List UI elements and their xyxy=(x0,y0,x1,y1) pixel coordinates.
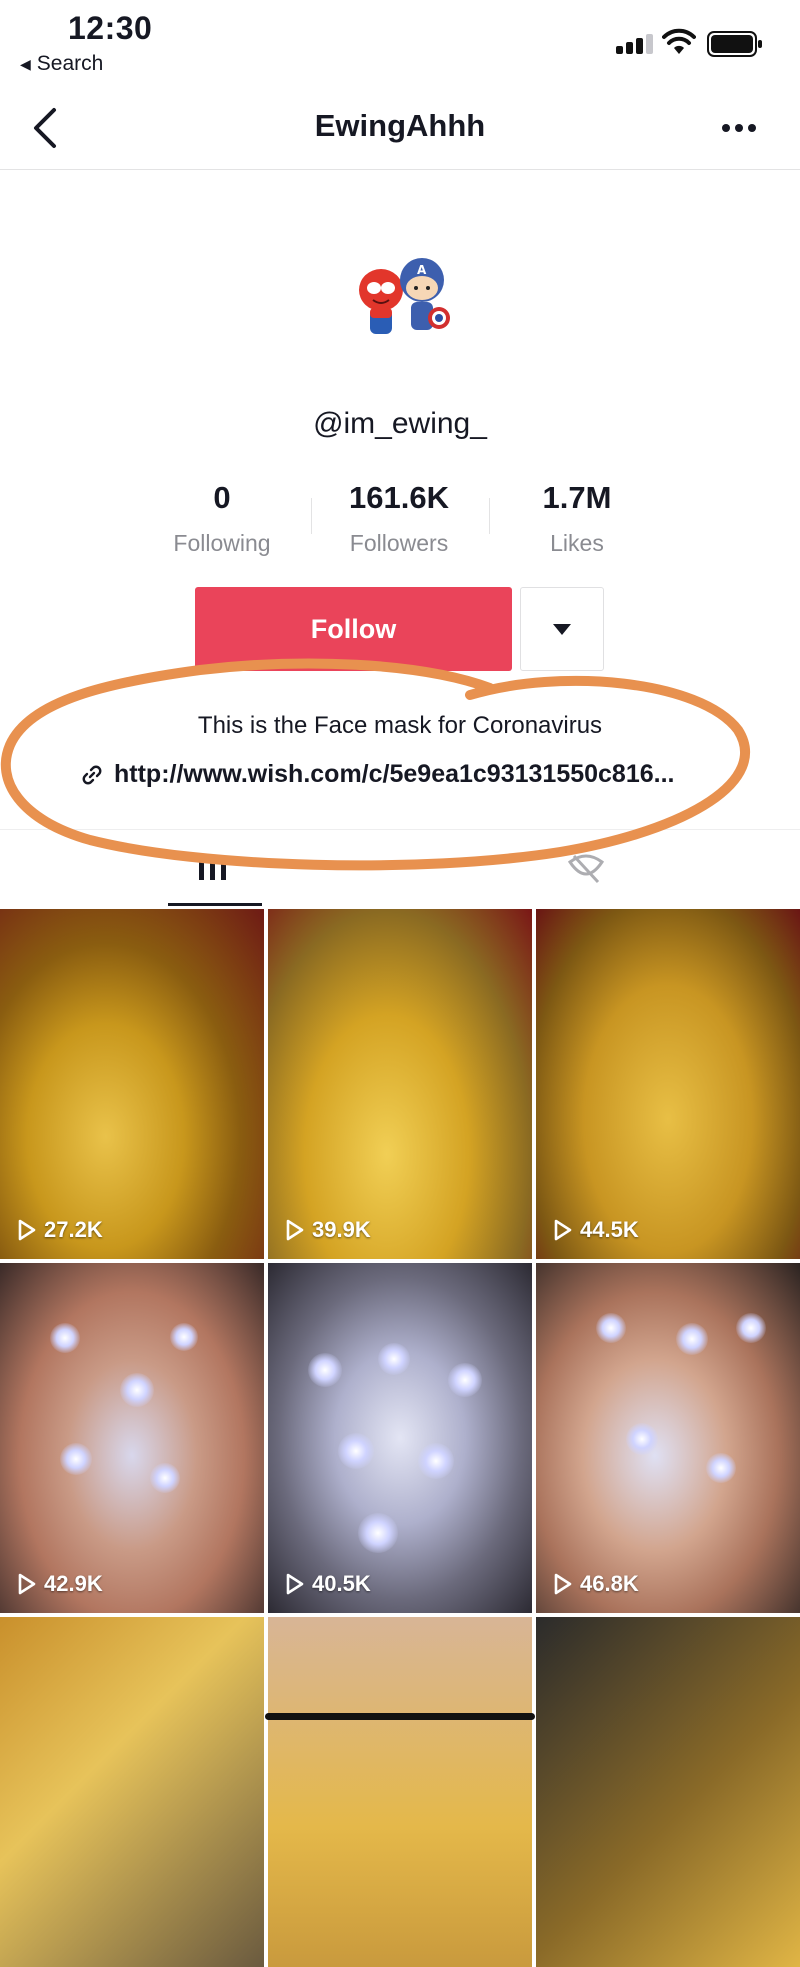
video-views: 46.8K xyxy=(554,1571,639,1597)
video-thumbnail[interactable] xyxy=(268,1617,532,1967)
bio-link[interactable]: http://www.wish.com/c/5e9ea1c93131550c81… xyxy=(80,760,675,789)
video-thumbnail[interactable]: 42.9K xyxy=(0,1263,264,1613)
liked-videos-tab-icon[interactable] xyxy=(566,852,606,886)
profile-bio: This is the Face mask for Coronavirus xyxy=(197,712,603,739)
followers-label: Followers xyxy=(349,530,449,556)
follow-button[interactable]: Follow xyxy=(195,587,512,671)
likes-count: 1.7M xyxy=(542,480,612,515)
play-icon xyxy=(286,1573,304,1595)
header-divider xyxy=(0,169,800,170)
back-to-app-link[interactable]: ◀ Search xyxy=(20,52,103,76)
active-tab-indicator xyxy=(168,903,262,906)
battery-icon xyxy=(707,31,762,57)
video-thumbnail[interactable]: 46.8K xyxy=(536,1263,800,1613)
video-grid: 27.2K 39.9K 44.5K 42.9K 40.5K 46.8K xyxy=(0,909,800,1967)
play-icon xyxy=(554,1573,572,1595)
followers-count: 161.6K xyxy=(349,480,449,515)
video-views-count: 44.5K xyxy=(580,1217,639,1242)
wifi-icon xyxy=(662,28,696,54)
back-triangle-icon: ◀ xyxy=(20,55,31,72)
video-views: 39.9K xyxy=(286,1217,371,1243)
video-thumbnail[interactable] xyxy=(536,1617,800,1967)
video-thumbnail[interactable]: 44.5K xyxy=(536,909,800,1259)
page-title: EwingAhhh xyxy=(314,108,486,143)
video-thumbnail[interactable] xyxy=(0,1617,264,1967)
stat-following[interactable]: 0 Following xyxy=(132,480,312,557)
video-thumbnail[interactable]: 40.5K xyxy=(268,1263,532,1613)
video-views-count: 40.5K xyxy=(312,1571,371,1596)
more-options-icon[interactable] xyxy=(722,110,766,146)
video-views: 42.9K xyxy=(18,1571,103,1597)
video-views-count: 27.2K xyxy=(44,1217,103,1242)
stat-likes[interactable]: 1.7M Likes xyxy=(487,480,667,557)
following-label: Following xyxy=(173,530,271,556)
profile-username: @im_ewing_ xyxy=(313,407,487,440)
video-views-count: 42.9K xyxy=(44,1571,103,1596)
play-icon xyxy=(18,1573,36,1595)
avatar[interactable]: A xyxy=(343,250,463,350)
play-icon xyxy=(554,1219,572,1241)
bio-link-text: http://www.wish.com/c/5e9ea1c93131550c81… xyxy=(114,760,675,788)
play-icon xyxy=(286,1219,304,1241)
video-thumbnail[interactable]: 27.2K xyxy=(0,909,264,1259)
video-views-count: 39.9K xyxy=(312,1217,371,1242)
tabs-divider xyxy=(0,829,800,830)
suggested-accounts-button[interactable] xyxy=(520,587,604,671)
videos-grid-tab-icon[interactable] xyxy=(196,852,230,882)
likes-label: Likes xyxy=(550,530,604,556)
video-views: 44.5K xyxy=(554,1217,639,1243)
video-views: 40.5K xyxy=(286,1571,371,1597)
link-icon xyxy=(82,765,102,784)
video-views: 27.2K xyxy=(18,1217,103,1243)
cellular-signal-icon xyxy=(616,32,654,54)
following-count: 0 xyxy=(213,480,231,515)
back-app-label: Search xyxy=(36,52,104,75)
svg-text:A: A xyxy=(417,263,427,277)
caret-down-icon xyxy=(553,623,571,635)
video-thumbnail[interactable]: 39.9K xyxy=(268,909,532,1259)
video-views-count: 46.8K xyxy=(580,1571,639,1596)
stat-followers[interactable]: 161.6K Followers xyxy=(309,480,489,557)
home-indicator[interactable] xyxy=(265,1713,535,1720)
play-icon xyxy=(18,1219,36,1241)
status-time: 12:30 xyxy=(68,10,153,46)
